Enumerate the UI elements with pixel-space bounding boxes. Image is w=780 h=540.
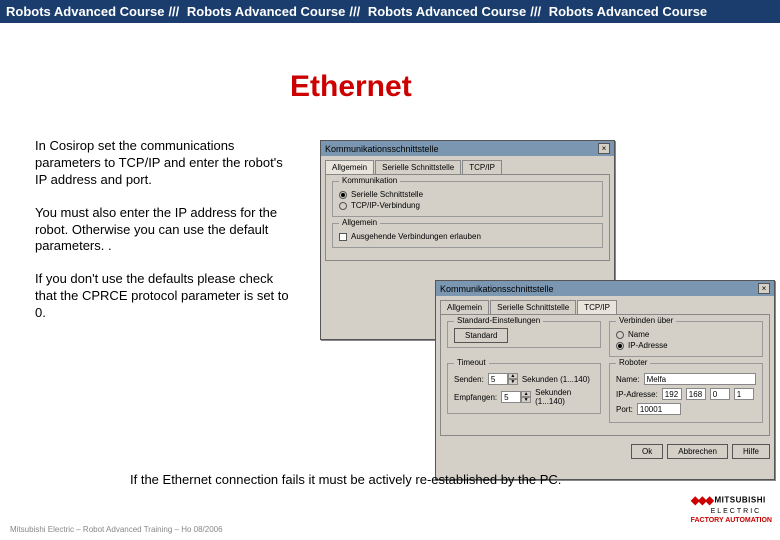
radio-name[interactable]: Name bbox=[616, 330, 756, 339]
bottom-note: If the Ethernet connection fails it must… bbox=[130, 472, 561, 487]
group-default-label: Standard-Einstellungen bbox=[454, 316, 543, 325]
body-text: In Cosirop set the communications parame… bbox=[35, 138, 295, 338]
group-connect-label: Verbinden über bbox=[616, 316, 676, 325]
tab-allgemein[interactable]: Allgemein bbox=[440, 300, 489, 314]
dialog-titlebar: Kommunikationsschnittstelle × bbox=[436, 281, 774, 296]
radio-tcpip[interactable]: TCP/IP-Verbindung bbox=[339, 201, 596, 210]
footer-credit: Mitsubishi Electric – Robot Advanced Tra… bbox=[10, 525, 223, 534]
send-timeout-input[interactable]: 5 bbox=[488, 373, 508, 385]
radio-ip[interactable]: IP-Adresse bbox=[616, 341, 756, 350]
dialog-comm-2: Kommunikationsschnittstelle × Allgemein … bbox=[435, 280, 775, 480]
ip-octet-2[interactable]: 168 bbox=[686, 388, 706, 400]
tab-allgemein[interactable]: Allgemein bbox=[325, 160, 374, 174]
robot-name-input[interactable]: Melfa bbox=[644, 373, 756, 385]
check-handshake[interactable]: Ausgehende Verbindungen erlauben bbox=[339, 232, 596, 241]
recv-timeout-input[interactable]: 5 bbox=[501, 391, 521, 403]
ok-button[interactable]: Ok bbox=[631, 444, 663, 459]
ip-octet-4[interactable]: 1 bbox=[734, 388, 754, 400]
group-common-label: Allgemein bbox=[339, 218, 380, 227]
close-icon[interactable]: × bbox=[598, 143, 610, 154]
close-icon[interactable]: × bbox=[758, 283, 770, 294]
group-timeout-label: Timeout bbox=[454, 358, 489, 367]
tab-tcpip[interactable]: TCP/IP bbox=[462, 160, 502, 174]
diamond-icon: ◆◆◆ bbox=[691, 494, 713, 507]
tab-tcpip[interactable]: TCP/IP bbox=[577, 300, 617, 314]
radio-serial[interactable]: Serielle Schnittstelle bbox=[339, 190, 596, 199]
help-button[interactable]: Hilfe bbox=[732, 444, 770, 459]
ip-octet-3[interactable]: 0 bbox=[710, 388, 730, 400]
page-title: Ethernet bbox=[290, 70, 412, 104]
standard-button[interactable]: Standard bbox=[454, 328, 508, 343]
tab-serial[interactable]: Serielle Schnittstelle bbox=[375, 160, 461, 174]
dialog-titlebar: Kommunikationsschnittstelle × bbox=[321, 141, 614, 156]
banner: Robots Advanced Course/// Robots Advance… bbox=[0, 0, 780, 23]
tab-serial[interactable]: Serielle Schnittstelle bbox=[490, 300, 576, 314]
ip-octet-1[interactable]: 192 bbox=[662, 388, 682, 400]
group-robot-label: Roboter bbox=[616, 358, 650, 367]
mitsubishi-logo: ◆◆◆ MITSUBISHI ELECTRIC FACTORY AUTOMATI… bbox=[691, 494, 772, 525]
cancel-button[interactable]: Abbrechen bbox=[667, 444, 728, 459]
group-comm-label: Kommunikation bbox=[339, 176, 400, 185]
port-input[interactable]: 10001 bbox=[637, 403, 681, 415]
